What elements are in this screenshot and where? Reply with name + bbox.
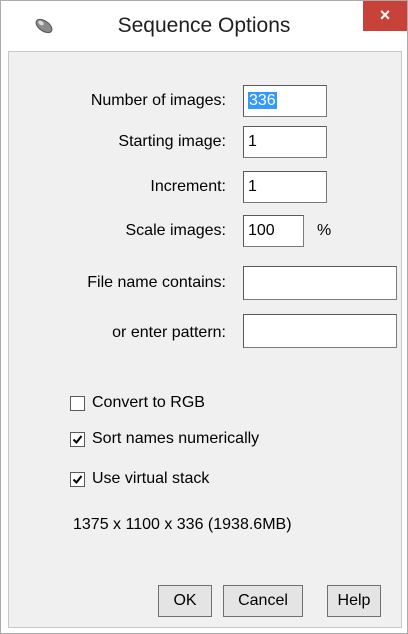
cancel-button[interactable]: Cancel (223, 585, 303, 617)
dialog-body: Number of images: 336 Starting image: 1 … (8, 51, 402, 628)
num-images-value: 336 (248, 92, 277, 109)
checkmark-icon (72, 475, 83, 485)
starting-image-field[interactable]: 1 (243, 126, 327, 158)
convert-to-rgb-label: Convert to RGB (92, 394, 205, 411)
window-title: Sequence Options (117, 14, 291, 37)
num-images-label: Number of images: (90, 92, 226, 109)
virtual-stack-label: Use virtual stack (92, 470, 210, 487)
pattern-field[interactable] (243, 314, 397, 348)
starting-image-label: Starting image: (118, 133, 226, 150)
file-name-contains-label: File name contains: (87, 274, 226, 291)
increment-field[interactable]: 1 (243, 171, 327, 203)
scale-unit-label: % (317, 222, 332, 239)
checkmark-icon (72, 435, 83, 445)
sort-numerically-label: Sort names numerically (92, 430, 260, 447)
stack-size-info: 1375 x 1100 x 336 (1938.6MB) (73, 516, 292, 533)
convert-to-rgb-box[interactable] (70, 396, 85, 411)
help-button[interactable]: Help (327, 585, 381, 617)
file-name-contains-field[interactable] (243, 266, 397, 300)
sequence-options-dialog: Sequence Options × Number of images: 336… (0, 0, 408, 634)
close-button[interactable]: × (363, 1, 407, 31)
scale-images-field[interactable]: 100 (243, 215, 304, 247)
scale-images-label: Scale images: (125, 222, 227, 239)
num-images-field[interactable]: 336 (243, 85, 327, 117)
title-bar: Sequence Options × (1, 1, 407, 51)
ok-button[interactable]: OK (158, 585, 212, 617)
virtual-stack-box[interactable] (70, 472, 85, 487)
increment-label: Increment: (150, 178, 226, 195)
pattern-label: or enter pattern: (112, 324, 226, 341)
sort-numerically-box[interactable] (70, 432, 85, 447)
